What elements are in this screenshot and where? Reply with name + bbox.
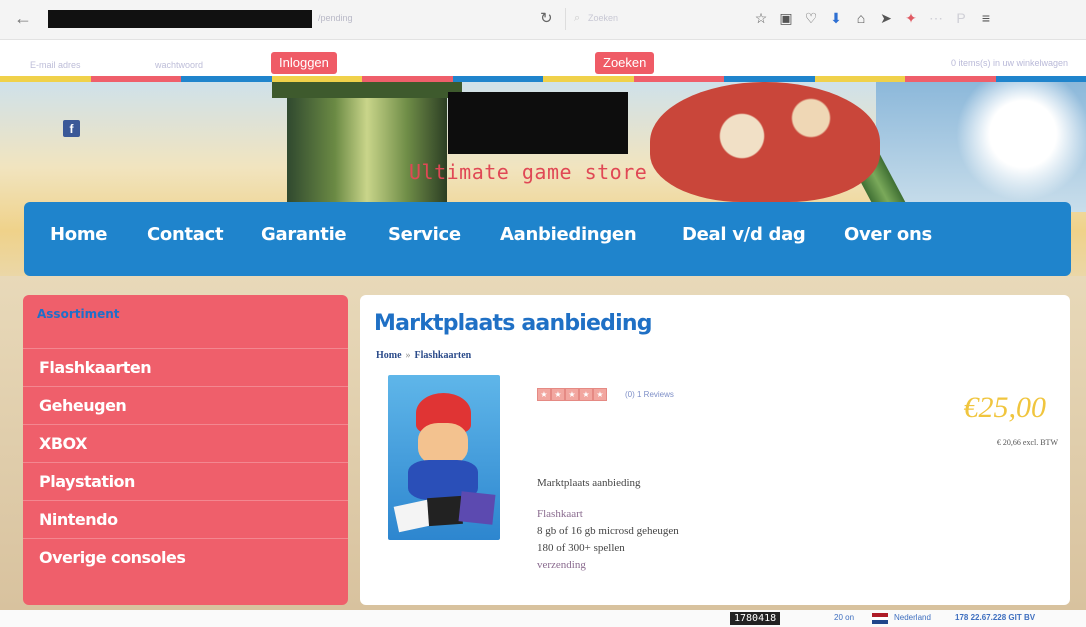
star-rating[interactable]: ★ ★ ★ ★ ★ (537, 388, 607, 401)
nav-garantie[interactable]: Garantie (261, 224, 347, 245)
download-icon[interactable]: ⬇ (827, 8, 845, 28)
url-text[interactable]: /pending (318, 13, 353, 23)
sidebar-item-label: Flashkaarten (39, 358, 152, 377)
price-excl-vat: € 20,66 excl. BTW (996, 438, 1058, 447)
password-field[interactable]: wachtwoord (155, 60, 203, 70)
sidebar-item-overige-consoles[interactable]: Overige consoles (23, 538, 348, 576)
desc-shipping: verzending (537, 559, 586, 571)
product-price: €25,00 (963, 391, 1047, 424)
browser-search-input[interactable]: ⌕ Zoeken (565, 8, 735, 30)
desc-type: Flashkaart (537, 508, 583, 520)
banner-piranha-plant (650, 82, 880, 202)
nav-service[interactable]: Service (388, 224, 461, 245)
addon-icon[interactable]: ✦ (902, 8, 920, 28)
nav-aanbiedingen[interactable]: Aanbiedingen (500, 224, 637, 245)
sidebar-item-xbox[interactable]: XBOX (23, 424, 348, 462)
desc-memory: 8 gb of 16 gb microsd geheugen (537, 525, 679, 537)
ip-address: 178 22.67.228 GIT BV (955, 613, 1036, 622)
search-icon: ⌕ (574, 12, 581, 24)
reviews-link[interactable]: (0) 1 Reviews (625, 390, 674, 399)
breadcrumb-separator: » (405, 350, 411, 361)
breadcrumb-category[interactable]: Flashkaarten (415, 350, 472, 361)
online-count: 20 on (834, 613, 855, 622)
breadcrumb-home[interactable]: Home (376, 350, 402, 361)
sidebar-item-label: Geheugen (39, 396, 127, 415)
nav-deal-van-de-dag[interactable]: Deal v/d dag (682, 224, 806, 245)
star-icon: ★ (593, 388, 607, 401)
country-label: Nederland (894, 613, 931, 622)
browser-search-placeholder: Zoeken (588, 13, 619, 23)
star-icon: ★ (551, 388, 565, 401)
logo-redacted[interactable] (448, 92, 628, 154)
login-button[interactable]: Inloggen (271, 52, 337, 74)
image-card (427, 495, 463, 527)
sidebar-item-label: Nintendo (39, 510, 118, 529)
addon-icon[interactable]: ⋯ (927, 8, 945, 28)
status-bar: 1780418 20 on Nederland 178 22.67.228 GI… (0, 610, 1086, 627)
breadcrumb: Home» Flashkaarten (376, 350, 471, 361)
page-title: Marktplaats aanbieding (374, 311, 652, 336)
extension-icon[interactable]: P (952, 8, 970, 28)
sidebar-item-nintendo[interactable]: Nintendo (23, 500, 348, 538)
toolbar-icons: ☆ ▣ ♡ ⬇ ⌂ ➤ ✦ ⋯ P ≡ (752, 8, 995, 28)
pocket-icon[interactable]: ♡ (802, 8, 820, 28)
cart-status[interactable]: 0 items(s) in uw winkelwagen (951, 58, 1068, 68)
sidebar-item-playstation[interactable]: Playstation (23, 462, 348, 500)
star-icon: ★ (537, 388, 551, 401)
image-card (458, 491, 496, 525)
clipboard-icon[interactable]: ▣ (777, 8, 795, 28)
image-mario-face (418, 423, 468, 465)
reload-icon[interactable]: ↻ (540, 9, 553, 27)
facebook-icon[interactable]: f (63, 120, 80, 137)
site-tagline: Ultimate game store (409, 160, 648, 184)
nav-contact[interactable]: Contact (147, 224, 224, 245)
main-nav: Home Contact Garantie Service Aanbieding… (24, 202, 1071, 276)
back-arrow-icon[interactable]: ← (14, 8, 32, 29)
product-image[interactable] (388, 375, 500, 540)
email-field[interactable]: E-mail adres (30, 60, 81, 70)
banner-pipe-rim (272, 82, 462, 98)
star-icon: ★ (565, 388, 579, 401)
visitor-counter: 1780418 (730, 612, 781, 625)
home-icon[interactable]: ⌂ (852, 8, 870, 28)
nav-over-ons[interactable]: Over ons (844, 224, 932, 245)
product-panel: Marktplaats aanbieding Home» Flashkaarten… (360, 295, 1070, 605)
search-button[interactable]: Zoeken (595, 52, 655, 74)
menu-icon[interactable]: ≡ (977, 8, 995, 28)
sidebar-item-label: Playstation (39, 472, 135, 491)
sidebar: Assortiment Flashkaarten Geheugen XBOX P… (23, 295, 348, 605)
product-description: Marktplaats aanbieding Flashkaart 8 gb o… (537, 475, 679, 574)
sidebar-item-label: Overige consoles (39, 548, 186, 567)
browser-toolbar: ← /pending ↻ ⌕ Zoeken ☆ ▣ ♡ ⬇ ⌂ ➤ ✦ ⋯ P … (0, 0, 1086, 40)
sidebar-item-flashkaarten[interactable]: Flashkaarten (23, 348, 348, 386)
netherlands-flag-icon (872, 613, 888, 624)
desc-title: Marktplaats aanbieding (537, 477, 641, 489)
sidebar-item-label: XBOX (39, 434, 87, 453)
banner-pipe (287, 82, 447, 202)
nav-home[interactable]: Home (50, 224, 108, 245)
sidebar-item-geheugen[interactable]: Geheugen (23, 386, 348, 424)
star-icon: ★ (579, 388, 593, 401)
sidebar-title: Assortiment (37, 307, 120, 321)
send-icon[interactable]: ➤ (877, 8, 895, 28)
banner-clouds (876, 82, 1086, 212)
desc-games: 180 of 300+ spellen (537, 542, 625, 554)
url-bar-redacted[interactable] (48, 10, 312, 28)
star-icon[interactable]: ☆ (752, 8, 770, 28)
